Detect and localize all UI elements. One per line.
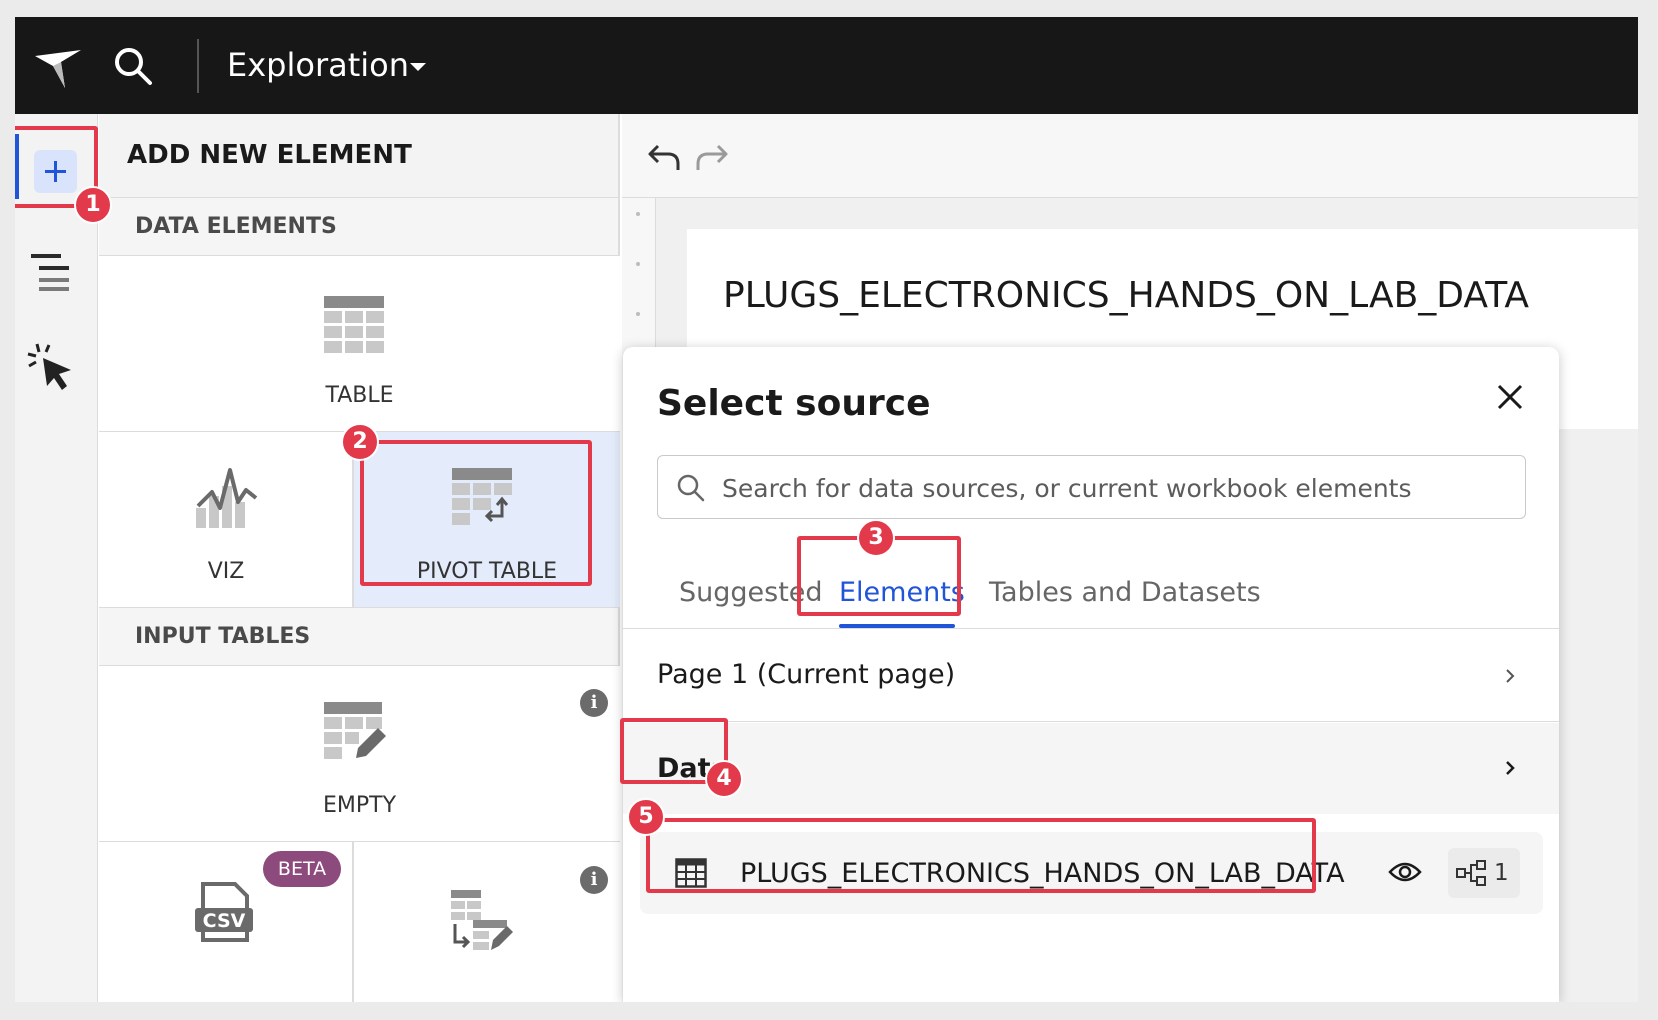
layers-icon[interactable] [31, 254, 79, 294]
redo-icon[interactable] [694, 138, 732, 176]
source-search-box [657, 455, 1526, 519]
toolbar-divider [197, 39, 199, 93]
table-tile-label: TABLE [325, 383, 394, 408]
chevron-right-icon [1506, 761, 1515, 775]
search-icon[interactable] [111, 44, 155, 88]
viz-icon [196, 468, 258, 528]
search-icon [677, 474, 705, 502]
tab-tables-and-datasets[interactable]: Tables and Datasets [989, 575, 1261, 611]
data-elements-label: DATA ELEMENTS [135, 214, 337, 239]
select-source-modal: Select source Suggested Elements Tables … [623, 347, 1559, 1002]
grid-dot [636, 312, 640, 316]
input-tables-header: INPUT TABLES [99, 608, 618, 666]
highlight-pivot-table [360, 440, 592, 586]
input-tables-label: INPUT TABLES [135, 624, 311, 649]
page-row[interactable]: Page 1 (Current page) [623, 629, 1559, 722]
lineage-button[interactable]: 1 [1448, 848, 1520, 898]
lineage-icon [1456, 860, 1486, 886]
top-bar: Exploration [15, 17, 1638, 114]
empty-tile-label: EMPTY [322, 793, 397, 818]
canvas-element-title: PLUGS_ELECTRONICS_HANDS_ON_LAB_DATA [723, 275, 1530, 316]
panel-header: ADD NEW ELEMENT [99, 114, 618, 198]
canvas-toolbar [622, 114, 1638, 198]
grid-dot [636, 212, 640, 216]
undo-icon[interactable] [644, 138, 682, 176]
lineage-count: 1 [1494, 860, 1509, 886]
modal-title: Select source [657, 383, 931, 424]
beta-badge: BETA [263, 851, 341, 887]
data-elements-header: DATA ELEMENTS [99, 198, 618, 256]
info-icon[interactable]: i [580, 866, 608, 894]
linked-input-table-icon [451, 890, 513, 950]
page-row-label: Page 1 (Current page) [657, 659, 956, 690]
highlight-source-element [646, 818, 1316, 893]
page-title[interactable]: Exploration [227, 45, 409, 85]
chevron-down-icon[interactable] [410, 63, 426, 71]
linked-input-tile[interactable] [354, 842, 620, 1002]
eye-icon[interactable] [1388, 858, 1422, 886]
table-icon [324, 296, 384, 353]
callout-badge: 2 [341, 423, 379, 461]
empty-input-tile[interactable]: EMPTY [99, 666, 620, 842]
viz-tile-label: VIZ [207, 559, 245, 584]
info-icon[interactable]: i [580, 689, 608, 717]
sigma-logo-icon[interactable] [31, 42, 87, 92]
csv-icon: CSV [195, 882, 253, 942]
panel-title: ADD NEW ELEMENT [127, 140, 412, 170]
svg-text:CSV: CSV [203, 910, 246, 932]
viz-tile[interactable]: VIZ [99, 432, 353, 608]
callout-badge: 3 [857, 519, 895, 557]
callout-badge: 4 [705, 760, 743, 798]
chevron-right-icon [1506, 669, 1515, 683]
app-window: Exploration ADD NEW ELEMENT DATA ELEMENT… [15, 17, 1638, 1002]
table-tile[interactable]: TABLE [99, 256, 620, 432]
empty-input-table-icon [324, 702, 386, 759]
callout-badge: 1 [74, 186, 112, 224]
grid-dot [636, 262, 640, 266]
source-search-input[interactable] [722, 468, 1502, 508]
close-icon[interactable] [1493, 380, 1527, 414]
callout-badge: 5 [627, 798, 665, 836]
interactions-icon[interactable] [27, 342, 79, 394]
left-rail [15, 114, 98, 1002]
data-page-row[interactable]: Data [623, 723, 1559, 814]
